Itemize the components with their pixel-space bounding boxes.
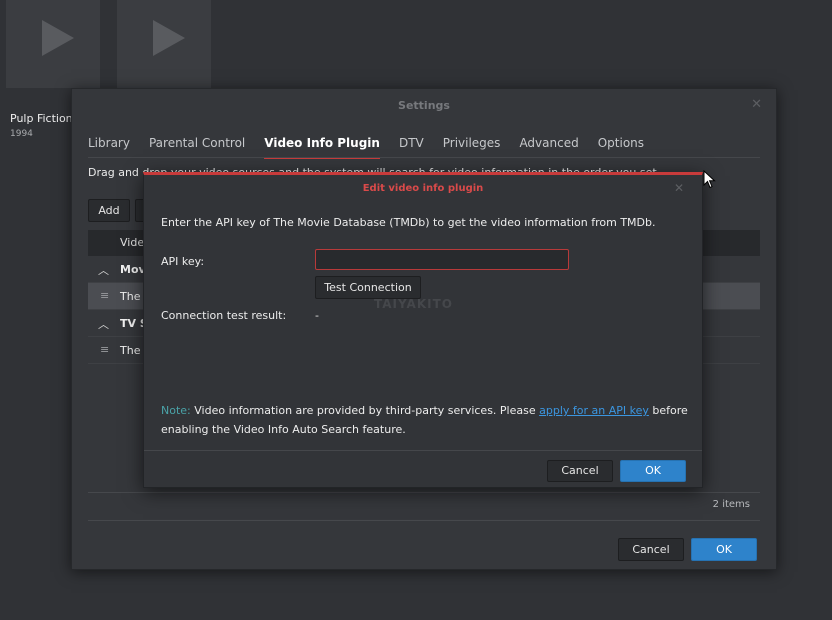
test-connection-button[interactable]: Test Connection bbox=[315, 276, 421, 299]
tab-privileges[interactable]: Privileges bbox=[443, 135, 501, 159]
drag-handle-icon[interactable]: ≡ bbox=[100, 289, 109, 302]
test-result-value: - bbox=[315, 309, 319, 322]
video-title[interactable]: Pulp Fiction bbox=[10, 112, 73, 125]
tab-parental-control[interactable]: Parental Control bbox=[149, 135, 245, 159]
test-result-label: Connection test result: bbox=[161, 309, 287, 322]
watermark: TAIYAKITO bbox=[374, 297, 453, 311]
tab-video-info-plugin[interactable]: Video Info Plugin bbox=[264, 135, 380, 159]
ok-button[interactable]: OK bbox=[691, 538, 757, 561]
chevron-up-icon[interactable]: ︿ bbox=[98, 316, 109, 332]
settings-tabs: Library Parental Control Video Info Plug… bbox=[88, 135, 663, 159]
api-key-label: API key: bbox=[161, 255, 205, 268]
tabs-divider bbox=[88, 157, 760, 158]
dialog-intro: Enter the API key of The Movie Database … bbox=[161, 216, 656, 229]
dialog-title: Edit video info plugin bbox=[362, 183, 484, 194]
note-text: Video information are provided by third-… bbox=[190, 404, 540, 417]
close-icon[interactable]: ✕ bbox=[751, 97, 762, 112]
mouse-cursor-icon bbox=[703, 170, 716, 189]
play-icon bbox=[153, 20, 185, 56]
tab-advanced[interactable]: Advanced bbox=[519, 135, 578, 159]
note-prefix: Note: bbox=[161, 404, 191, 417]
api-key-input[interactable] bbox=[315, 249, 569, 270]
drag-handle-icon[interactable]: ≡ bbox=[100, 343, 109, 356]
video-year: 1994 bbox=[10, 129, 33, 139]
divider bbox=[88, 520, 760, 521]
tab-library[interactable]: Library bbox=[88, 135, 130, 159]
ok-button[interactable]: OK bbox=[620, 460, 686, 482]
edit-plugin-dialog: Edit video info plugin ✕ Enter the API k… bbox=[143, 172, 703, 488]
cancel-button[interactable]: Cancel bbox=[547, 460, 613, 482]
settings-title: Settings bbox=[398, 99, 450, 112]
tab-options[interactable]: Options bbox=[598, 135, 644, 159]
close-icon[interactable]: ✕ bbox=[674, 181, 684, 195]
items-count: 2 items bbox=[712, 499, 750, 510]
chevron-up-icon[interactable]: ︿ bbox=[98, 262, 109, 278]
api-key-link[interactable]: apply for an API key bbox=[539, 404, 649, 417]
play-icon bbox=[42, 20, 74, 56]
cancel-button[interactable]: Cancel bbox=[618, 538, 684, 561]
divider bbox=[144, 450, 702, 451]
tab-dtv[interactable]: DTV bbox=[399, 135, 424, 159]
video-thumbnail[interactable] bbox=[6, 0, 100, 88]
add-button[interactable]: Add bbox=[88, 199, 130, 222]
dialog-note: Note: Video information are provided by … bbox=[161, 401, 691, 439]
video-thumbnail[interactable] bbox=[117, 0, 211, 88]
divider bbox=[88, 492, 760, 493]
